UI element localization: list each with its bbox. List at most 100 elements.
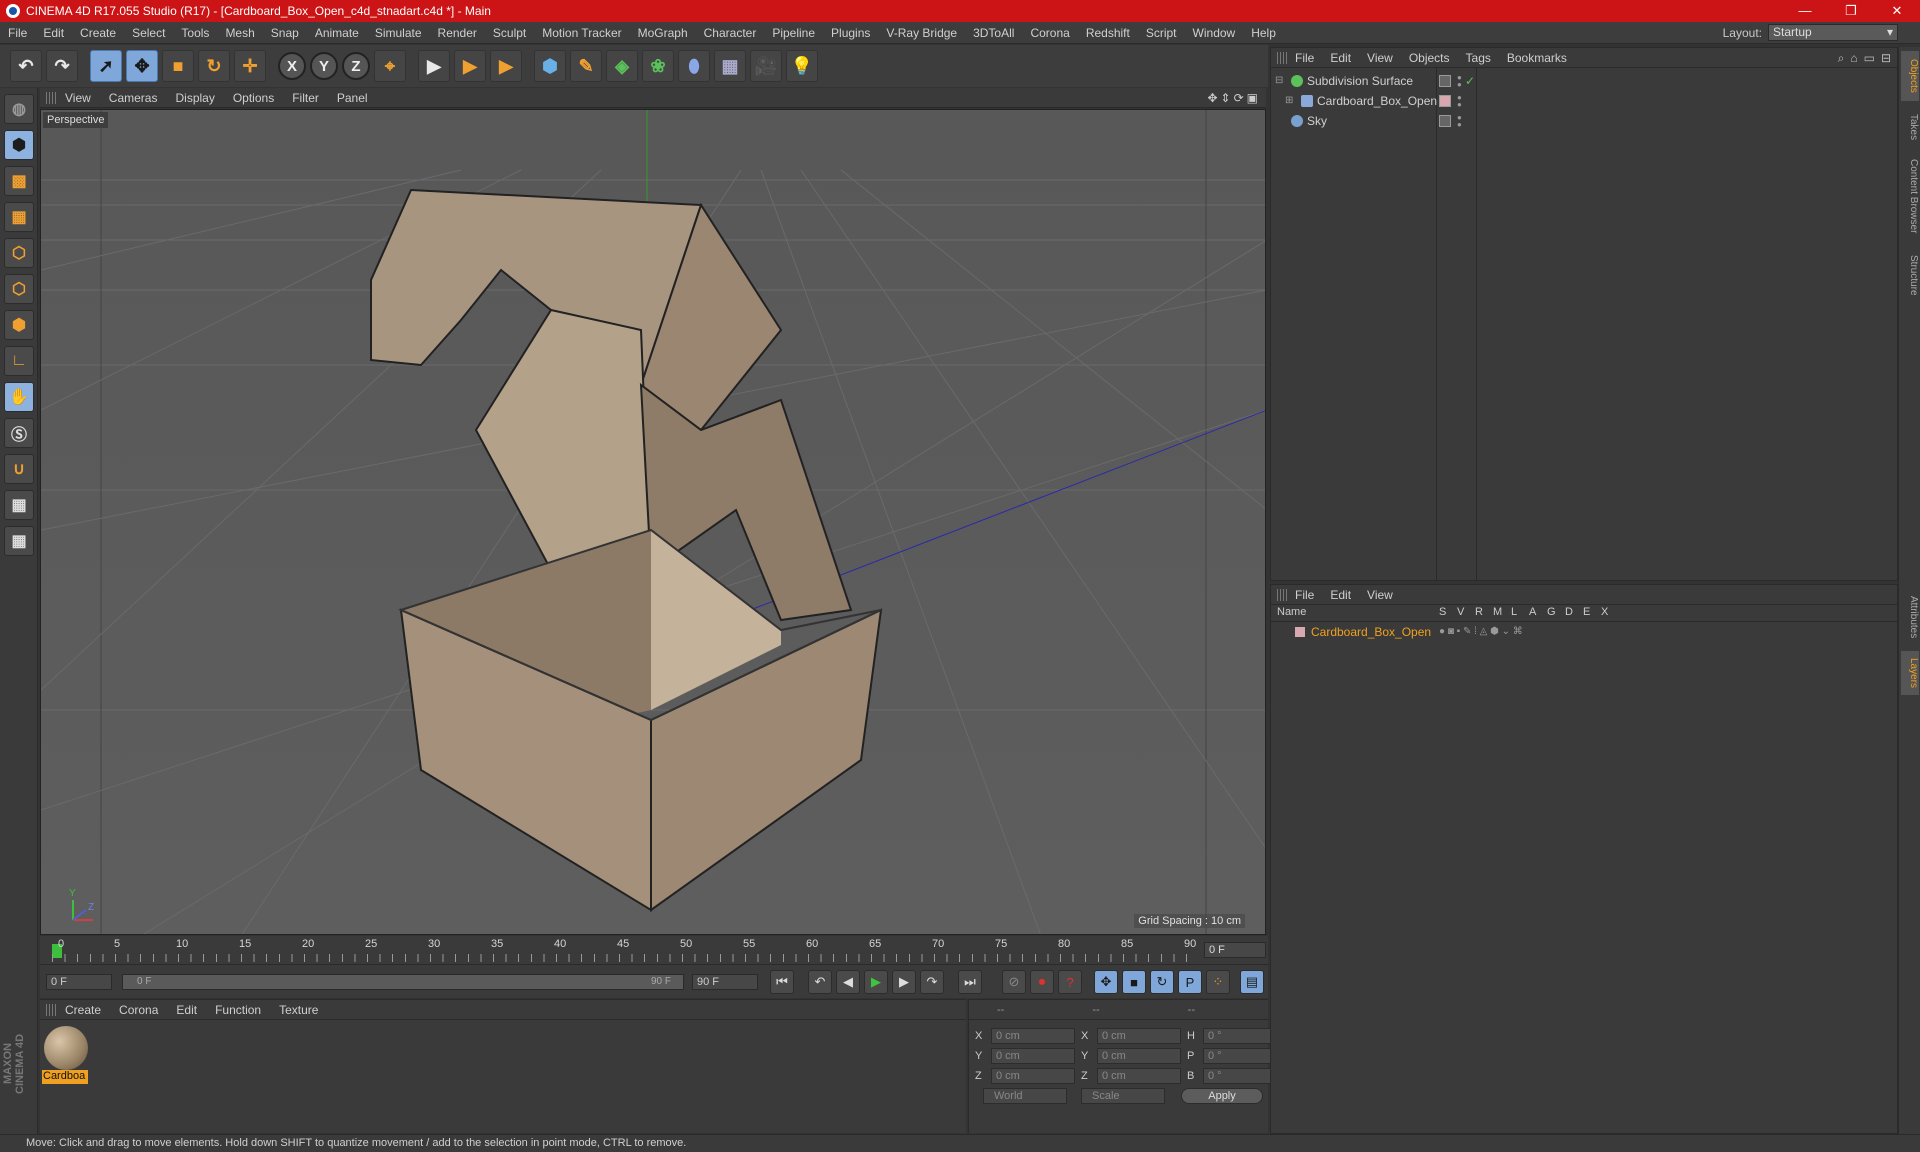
enabled-check-icon[interactable]: ✓ (1465, 72, 1475, 90)
coordinate-system-button[interactable]: ⌖ (374, 50, 406, 82)
pen-spline-button[interactable]: ✎ (570, 50, 602, 82)
live-selection-button[interactable]: ➚ (90, 50, 122, 82)
previous-key-icon[interactable]: ↶ (808, 970, 832, 994)
tab-structure[interactable]: Structure (1901, 245, 1919, 305)
tab-content-browser[interactable]: Content Browser (1901, 151, 1919, 241)
object-row-sky[interactable]: Sky ● ● (1271, 112, 1897, 130)
layer-menu-view[interactable]: View (1359, 588, 1401, 602)
timeline-window-icon[interactable]: ▤ (1240, 970, 1264, 994)
multi-tool-button[interactable]: ✛ (234, 50, 266, 82)
edges-mode-icon[interactable]: ⬡ (4, 274, 34, 304)
object-menu-file[interactable]: File (1287, 51, 1322, 65)
material-menu-create[interactable]: Create (56, 1003, 110, 1017)
home-icon[interactable]: ⌂ (1850, 51, 1857, 66)
axis-mode-icon[interactable]: ∟ (4, 346, 34, 376)
undo-button[interactable]: ↶ (10, 50, 42, 82)
material-menu-function[interactable]: Function (206, 1003, 270, 1017)
expand-icon[interactable]: ⊞ (1285, 92, 1293, 110)
material-preview-swatch[interactable] (44, 1026, 88, 1070)
start-frame-field[interactable]: 0 F (46, 974, 112, 990)
3d-viewport[interactable]: Y Z Perspective Grid Spacing : 10 cm (40, 109, 1266, 935)
menu-pipeline[interactable]: Pipeline (764, 26, 823, 40)
apply-button[interactable]: Apply (1181, 1088, 1263, 1104)
key-scale-icon[interactable]: ■ (1122, 970, 1146, 994)
viewport-menu-view[interactable]: View (56, 91, 100, 105)
visibility-dots-icon[interactable]: ● ● (1457, 94, 1462, 109)
menu-character[interactable]: Character (696, 26, 765, 40)
menu-mesh[interactable]: Mesh (217, 26, 262, 40)
search-icon[interactable]: ⌕ (1838, 51, 1845, 66)
material-name-label[interactable]: Cardboa (42, 1070, 88, 1084)
size-mode-dropdown[interactable]: Scale (1081, 1088, 1165, 1104)
floor-button[interactable]: ▦ (714, 50, 746, 82)
layer-color-swatch[interactable] (1295, 627, 1305, 637)
menu-render[interactable]: Render (430, 26, 485, 40)
frame-ruler[interactable]: 0 5 10 15 20 25 30 35 40 45 50 55 60 65 … (52, 938, 1196, 962)
magnet-icon[interactable]: ∪ (4, 454, 34, 484)
model-mode-icon[interactable]: ⬢ (4, 130, 34, 160)
x-axis-lock-button[interactable]: X (278, 52, 306, 80)
menu-redshift[interactable]: Redshift (1078, 26, 1138, 40)
snap-icon[interactable]: Ⓢ (4, 418, 34, 448)
object-menu-tags[interactable]: Tags (1458, 51, 1499, 65)
render-settings-button[interactable]: ▶ (490, 50, 522, 82)
rotate-tool-button[interactable]: ↻ (198, 50, 230, 82)
menu-3dtoall[interactable]: 3DToAll (965, 26, 1022, 40)
close-button[interactable]: ✕ (1874, 0, 1920, 22)
collapse-icon[interactable]: ⊟ (1275, 72, 1283, 90)
viewport-menu-panel[interactable]: Panel (328, 91, 377, 105)
menu-create[interactable]: Create (72, 26, 124, 40)
key-pla-icon[interactable]: ⁘ (1206, 970, 1230, 994)
light-button[interactable]: 💡 (786, 50, 818, 82)
size-z-field[interactable]: 0 cm (1097, 1068, 1181, 1084)
tab-objects[interactable]: Objects (1901, 51, 1919, 101)
viewport-menu-options[interactable]: Options (224, 91, 283, 105)
menu-tools[interactable]: Tools (173, 26, 217, 40)
locked-workplane-icon[interactable]: ▦ (4, 490, 34, 520)
object-name[interactable]: Cardboard_Box_Open (1317, 92, 1437, 110)
menu-animate[interactable]: Animate (307, 26, 367, 40)
visibility-dots-icon[interactable]: ● ● (1457, 74, 1462, 89)
y-axis-lock-button[interactable]: Y (310, 52, 338, 80)
material-menu-texture[interactable]: Texture (270, 1003, 327, 1017)
menu-plugins[interactable]: Plugins (823, 26, 878, 40)
end-frame-field[interactable]: 90 F (692, 974, 758, 990)
coordinate-space-dropdown[interactable]: World (983, 1088, 1067, 1104)
menu-corona[interactable]: Corona (1022, 26, 1077, 40)
size-y-field[interactable]: 0 cm (1097, 1048, 1181, 1064)
menu-file[interactable]: File (0, 26, 35, 40)
go-to-start-icon[interactable]: ⏮ (770, 970, 794, 994)
preview-range-slider[interactable]: 0 F 90 F (122, 974, 684, 990)
go-to-end-icon[interactable]: ⏭ (958, 970, 982, 994)
toggle-view-icon[interactable]: ▣ (1247, 91, 1258, 105)
cloner-button[interactable]: ❀ (642, 50, 674, 82)
render-picture-viewer-button[interactable]: ▶ (454, 50, 486, 82)
position-y-field[interactable]: 0 cm (991, 1048, 1075, 1064)
viewport-menu-filter[interactable]: Filter (283, 91, 328, 105)
menu-window[interactable]: Window (1185, 26, 1244, 40)
menu-edit[interactable]: Edit (35, 26, 72, 40)
key-parameter-icon[interactable]: P (1178, 970, 1202, 994)
move-tool-button[interactable]: ✥ (126, 50, 158, 82)
object-menu-view[interactable]: View (1359, 51, 1401, 65)
keyframe-help-icon[interactable]: ? (1058, 970, 1082, 994)
menu-motion-tracker[interactable]: Motion Tracker (534, 26, 629, 40)
redo-button[interactable]: ↷ (46, 50, 78, 82)
layer-menu-edit[interactable]: Edit (1322, 588, 1359, 602)
orbit-icon[interactable]: ⟳ (1234, 91, 1244, 105)
pan-icon[interactable]: ✥ (1207, 91, 1217, 105)
workplane-icon[interactable]: ▦ (4, 202, 34, 232)
viewport-menu-display[interactable]: Display (166, 91, 223, 105)
layer-flag-icons[interactable]: ● ◙ ▪ ✎ ⁞ ◬ ⬢ ⌄ ⌘ (1439, 624, 1523, 640)
key-rotation-icon[interactable]: ↻ (1150, 970, 1174, 994)
object-name[interactable]: Subdivision Surface (1307, 72, 1413, 90)
camera-button[interactable]: 🎥 (750, 50, 782, 82)
menu-simulate[interactable]: Simulate (367, 26, 430, 40)
deformer-button[interactable]: ⬮ (678, 50, 710, 82)
previous-frame-icon[interactable]: ◀ (836, 970, 860, 994)
viewport-menu-cameras[interactable]: Cameras (100, 91, 167, 105)
z-axis-lock-button[interactable]: Z (342, 52, 370, 80)
size-x-field[interactable]: 0 cm (1097, 1028, 1181, 1044)
object-name[interactable]: Sky (1307, 112, 1327, 130)
object-menu-edit[interactable]: Edit (1322, 51, 1359, 65)
